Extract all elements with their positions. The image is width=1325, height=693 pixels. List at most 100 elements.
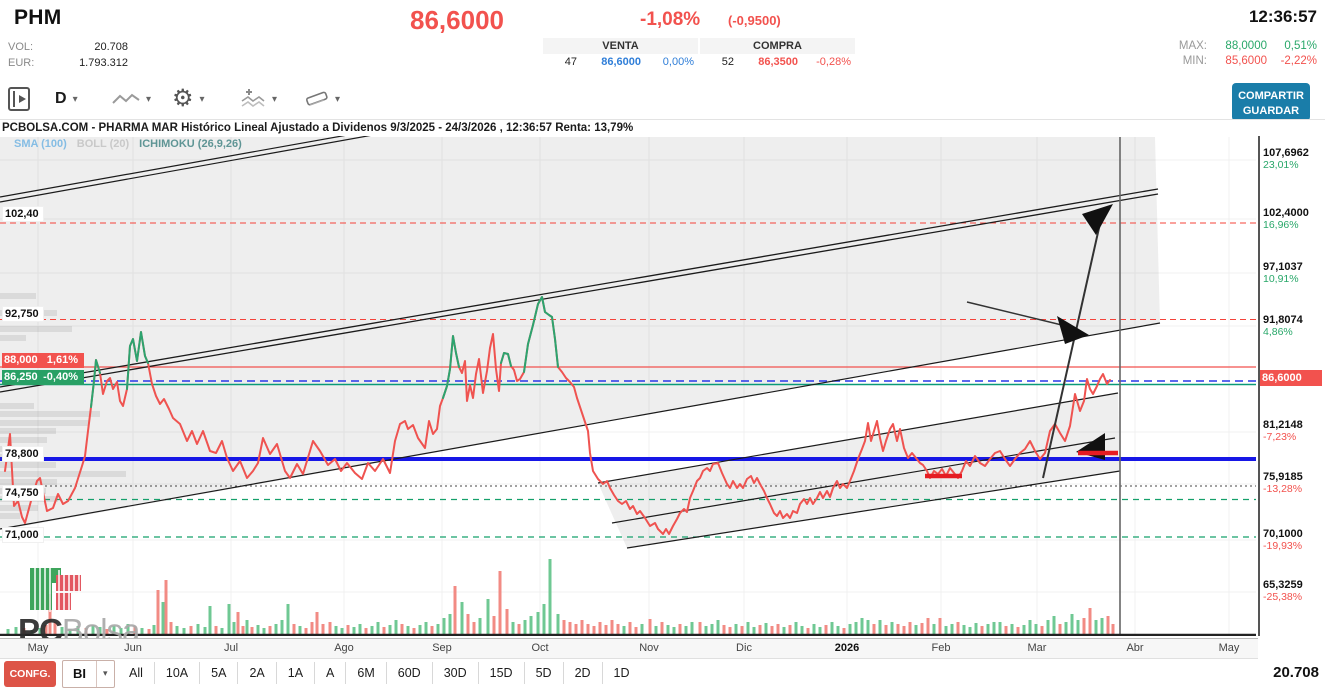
volume-bar [1011,624,1014,634]
add-indicator-button[interactable]: ▾ [240,85,277,113]
session-volume: 20.708 [1273,664,1319,681]
period-button[interactable]: 1D [603,662,641,684]
volume-bar [667,625,670,634]
month-label: 2026 [835,642,859,654]
volume-bar [1089,608,1092,634]
period-button[interactable]: 30D [433,662,479,684]
volume-bar [165,580,168,634]
period-button[interactable]: 2A [238,662,276,684]
legend-item[interactable]: BOLL (20) [77,138,129,150]
chart-type-selector[interactable]: ▾ [112,85,151,113]
volume-bar [915,625,918,634]
panel-toggle-button[interactable] [8,85,30,113]
axis-price-percent-label: 65,3259-25,38% [1263,579,1303,603]
volume-bar [945,626,948,634]
volume-bar [148,629,151,634]
mode-selector[interactable]: BI ▾ [62,660,115,688]
period-button[interactable]: 2D [564,662,603,684]
legend-item[interactable]: ICHIMOKU (26,9,26) [139,138,242,150]
legend-item[interactable]: SMA (100) [14,138,67,150]
venta-price: 86,6000 [577,56,641,68]
volume-bar [518,624,521,634]
month-label: Jun [124,642,142,654]
volume-bar [723,625,726,634]
volume-profile-bar [0,411,100,417]
volume-bar [679,624,682,634]
volume-bar [951,624,954,634]
draw-tools-button[interactable]: ▾ [303,85,340,113]
volume-bar [897,624,900,634]
volume-bar [401,624,404,634]
volume-bar [157,590,160,634]
volume-profile-bar [0,513,20,519]
venta-count: 47 [543,56,577,68]
period-button[interactable]: 60D [387,662,433,684]
volume-bar [649,619,652,634]
volume-bar [939,618,942,634]
volume-bar [933,624,936,634]
volume-bar [635,627,638,634]
volume-bar [813,624,816,634]
period-button[interactable]: All [118,662,155,684]
current-price-badge: 86,6000 [1260,370,1322,386]
volume-bar [843,628,846,634]
add-indicator-icon [240,88,266,110]
volume-bar [316,612,319,634]
volume-bar [413,628,416,634]
vol-value: 20.708 [42,41,128,53]
period-button[interactable]: 1A [277,662,315,684]
volume-profile-bar [0,471,126,477]
volume-bar [825,625,828,634]
mode-value: BI [63,661,97,687]
volume-bar [981,626,984,634]
period-button[interactable]: 6M [346,662,386,684]
interval-selector[interactable]: D ▾ [55,85,78,113]
gear-icon: ⚙ [172,87,194,111]
pcbolsa-logo-icon [18,566,138,612]
volume-bar [819,627,822,634]
axis-price-percent-label: 75,9185-13,28% [1263,471,1303,495]
volume-profile-bar [0,462,56,468]
volume-bar [371,626,374,634]
price-chart-canvas[interactable] [0,136,1258,636]
period-button[interactable]: 10A [155,662,200,684]
volume-bar [1029,620,1032,634]
volume-bar [987,624,990,634]
share-save-button[interactable]: COMPARTIR GUARDAR [1232,83,1310,121]
period-button[interactable]: 5D [525,662,564,684]
volume-bar [765,623,768,634]
period-button[interactable]: 15D [479,662,525,684]
volume-bar [605,625,608,634]
volume-bar [921,623,924,634]
volume-bar [353,627,356,634]
settings-button[interactable]: ⚙ ▾ [172,85,205,113]
volume-bar [855,622,858,634]
volume-bar [530,616,533,634]
volume-bar [801,626,804,634]
channel-shade [598,393,1120,548]
volume-bar [162,602,165,634]
axis-price-label: 78,800 [2,446,44,462]
chart-area[interactable]: PCBOLSA.COM - PHARMA MAR Histórico Linea… [0,119,1325,658]
volume-bar [691,622,694,634]
volume-profile-bar [0,326,72,332]
volume-bar [569,622,572,634]
period-button[interactable]: A [315,662,346,684]
time-axis: MayJunJulAgoSepOctNovDic2026FebMarAbrMay [0,638,1258,659]
volume-bar [741,626,744,634]
volume-bar [587,624,590,634]
period-button[interactable]: 5A [200,662,238,684]
volume-bar [251,627,254,634]
month-label: May [1219,642,1240,654]
volume-bar [479,618,482,634]
volume-bar [1071,614,1074,634]
volume-profile-bar [0,428,56,434]
symbol-ticker: PHM [14,6,62,30]
volume-bar [993,622,996,634]
max-pct: 0,51% [1273,40,1317,52]
maxmin-block: MAX: 88,0000 0,51% MIN: 85,6000 -2,22% [1179,40,1317,70]
volume-bar [287,604,290,634]
config-button[interactable]: CONFG. [4,661,56,687]
volume-bar [1065,622,1068,634]
volume-bar [443,618,446,634]
